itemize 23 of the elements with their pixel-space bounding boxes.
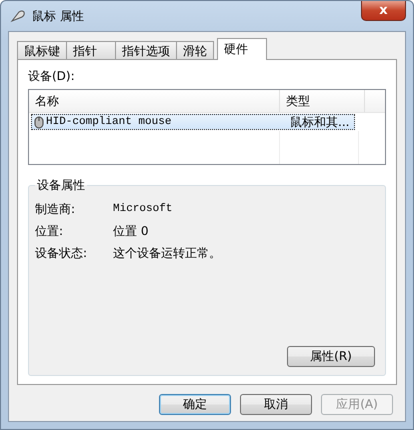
tab[interactable]: 硬件	[217, 38, 267, 60]
devices-label: 设备(D):	[28, 68, 76, 85]
tab[interactable]: 指针选项	[115, 41, 177, 60]
dialog-button[interactable]: 取消	[240, 394, 312, 415]
properties-button[interactable]: 属性(R)	[287, 346, 375, 367]
window-title: 鼠标 属性	[32, 8, 84, 24]
tab[interactable]: 滑轮	[176, 41, 214, 60]
device-type: 鼠标和其...	[289, 114, 350, 130]
tab[interactable]: 指针	[66, 41, 116, 60]
field-value: Microsoft	[113, 203, 172, 215]
field-label: 设备状态:	[35, 244, 88, 262]
dialog-button[interactable]: 确定	[159, 394, 231, 415]
field-label: 制造商:	[35, 200, 76, 218]
field-value: 这个设备运转正常。	[113, 244, 221, 262]
tab[interactable]: 鼠标键	[17, 41, 67, 60]
device-name: HID-compliant mouse	[46, 116, 172, 128]
group-title: 设备属性	[36, 177, 86, 194]
column-header[interactable]: 类型	[280, 90, 365, 112]
field-label: 位置:	[35, 222, 64, 240]
close-button[interactable]: x	[361, 1, 406, 21]
field-value: 位置 0	[113, 222, 148, 240]
column-header[interactable]: 名称	[29, 90, 280, 112]
device-row[interactable]: HID-compliant mouse 鼠标和其...	[31, 114, 355, 130]
